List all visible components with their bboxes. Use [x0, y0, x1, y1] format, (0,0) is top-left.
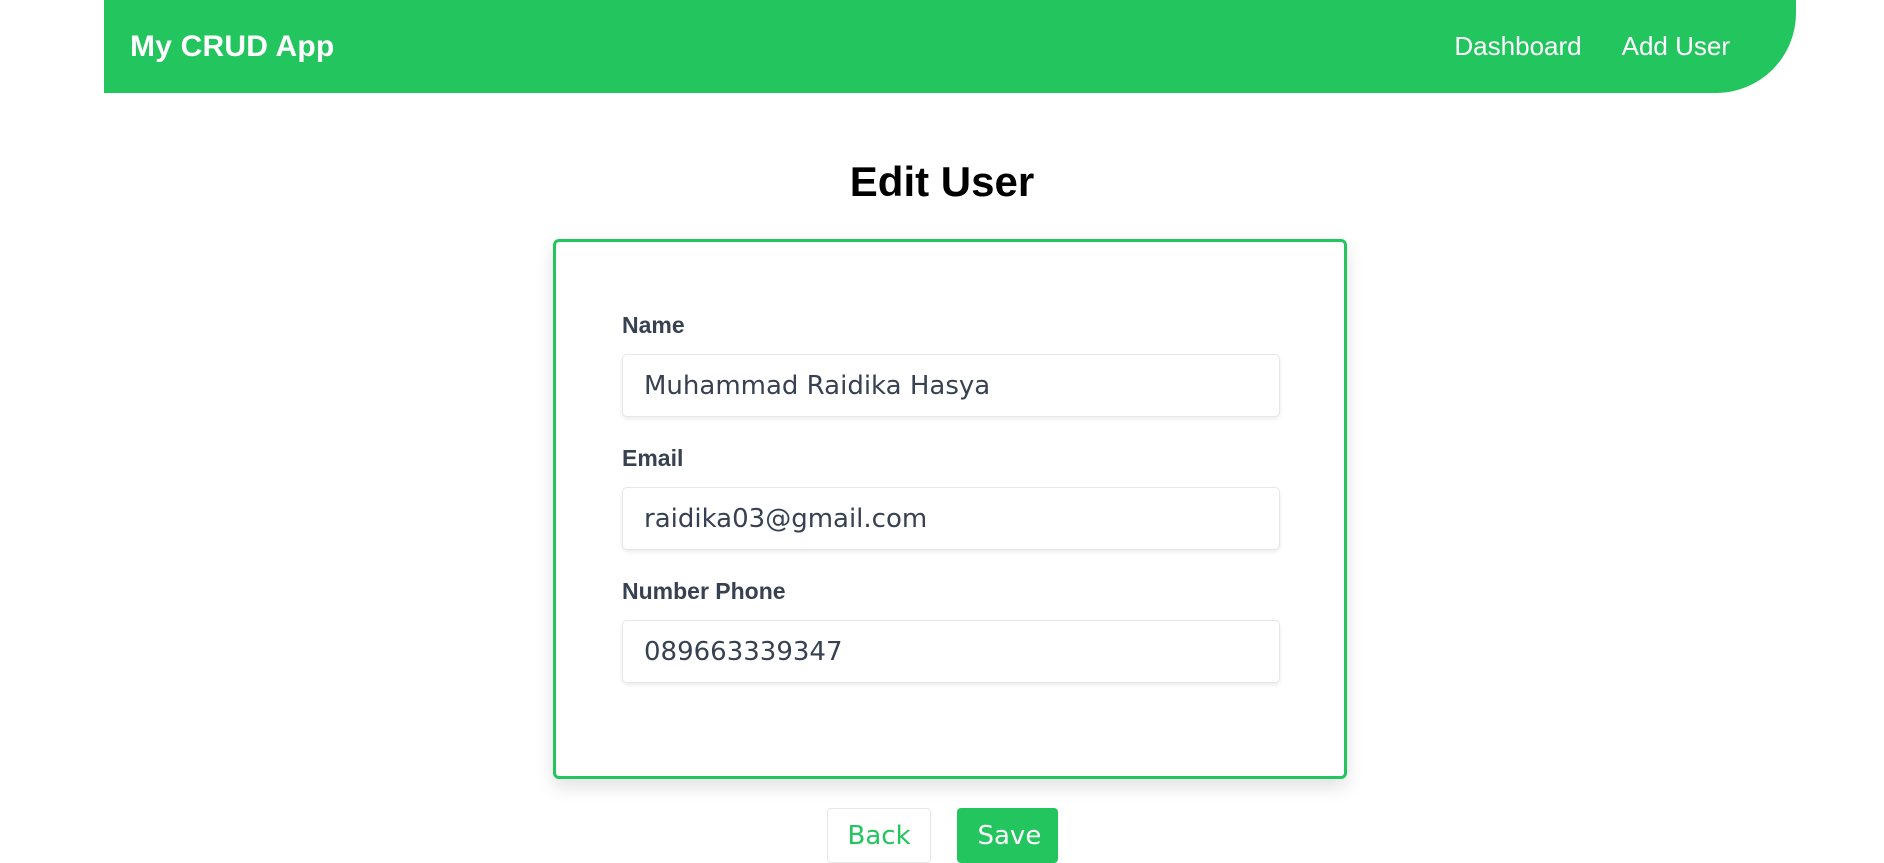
- name-form-group: Name: [622, 312, 1280, 417]
- nav-link-dashboard[interactable]: Dashboard: [1454, 31, 1581, 62]
- name-input[interactable]: [622, 354, 1280, 417]
- page-title: Edit User: [849, 158, 1035, 205]
- email-input[interactable]: [622, 487, 1280, 550]
- phone-input[interactable]: [622, 620, 1280, 683]
- navbar: My CRUD App Dashboard Add User: [104, 0, 1796, 93]
- phone-label: Number Phone: [622, 578, 786, 604]
- save-button[interactable]: Save: [956, 808, 1058, 863]
- brand-logo[interactable]: My CRUD App: [130, 30, 334, 64]
- email-label: Email: [622, 445, 684, 471]
- nav-links: Dashboard Add User: [1454, 31, 1730, 62]
- nav-link-add-user[interactable]: Add User: [1622, 31, 1730, 62]
- phone-form-group: Number Phone: [622, 578, 1280, 683]
- edit-user-form: Name Email Number Phone: [553, 239, 1347, 779]
- name-label: Name: [622, 312, 685, 338]
- email-form-group: Email: [622, 445, 1280, 550]
- form-actions: Back Save: [0, 808, 1884, 863]
- back-button[interactable]: Back: [826, 808, 931, 863]
